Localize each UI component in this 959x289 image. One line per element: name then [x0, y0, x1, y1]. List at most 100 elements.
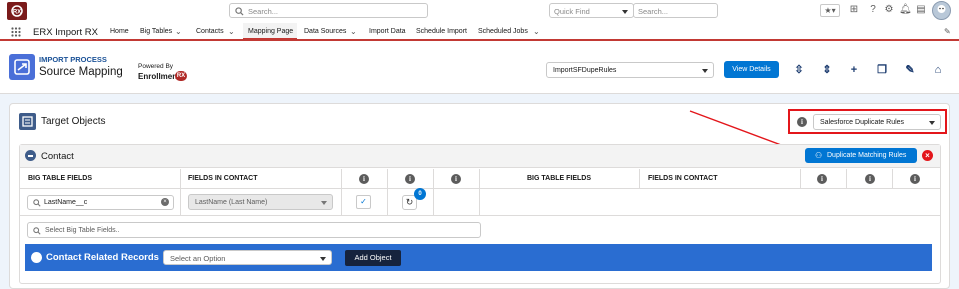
global-header — [0, 0, 959, 22]
favorites-icon[interactable]: ★▾ — [820, 4, 840, 17]
edit-list-icon[interactable]: ✎ — [903, 63, 917, 77]
big-table-fields-search-placeholder: Select Big Table Fields.. — [45, 227, 120, 234]
chevron-down-icon — [622, 10, 628, 14]
add-object-button[interactable]: Add Object — [345, 250, 401, 266]
column-header-big-table-fields: BIG TABLE FIELDS — [28, 175, 93, 182]
source-mapping-icon — [9, 54, 35, 80]
quick-find-select[interactable]: Quick Find — [549, 3, 634, 18]
app-launcher-icon[interactable] — [11, 27, 21, 37]
big-table-fields-search[interactable]: Select Big Table Fields.. — [27, 222, 481, 238]
contact-related-records-title: Contact Related Records — [46, 252, 159, 263]
search-icon — [33, 199, 41, 207]
chevron-down-icon[interactable]: ⌄ — [228, 27, 235, 36]
info-icon[interactable]: i — [865, 174, 875, 184]
column-divider — [479, 169, 480, 216]
plus-icon[interactable]: + — [847, 63, 861, 77]
column-divider — [433, 169, 434, 216]
contact-field-select: LastName (Last Name) — [188, 194, 333, 210]
bell-icon[interactable]: 🔔︎ — [899, 4, 912, 16]
column-divider — [180, 169, 181, 216]
global-search-input[interactable]: Search... — [229, 3, 428, 18]
global-search-placeholder: Search... — [248, 7, 279, 16]
user-rules-icon: ⚇ — [815, 151, 823, 160]
nav-item-contacts[interactable]: Contacts — [196, 28, 224, 35]
column-header-fields-in-contact: FIELDS IN CONTACT — [188, 175, 258, 182]
collapse-minus-icon[interactable] — [25, 150, 36, 161]
big-table-field-value: LastName__c — [44, 199, 88, 206]
chevron-down-icon — [702, 69, 708, 73]
powered-by-label: Powered By — [138, 63, 174, 70]
app-name: ERX Import RX — [33, 27, 98, 38]
clear-icon[interactable]: × — [161, 198, 169, 206]
mapping-table-header — [20, 169, 940, 189]
chevron-down-icon — [320, 257, 326, 261]
nav-item-mapping-page[interactable]: Mapping Page — [248, 28, 293, 35]
gear-icon[interactable]: ⚙ — [883, 4, 895, 16]
nav-item-import-data[interactable]: Import Data — [369, 28, 406, 35]
chevron-down-icon[interactable]: ⌄ — [175, 27, 182, 36]
salesforce-duplicate-rules-select[interactable]: Salesforce Duplicate Rules — [813, 114, 941, 130]
pencil-icon[interactable]: ✎ — [944, 27, 951, 36]
row-divider — [20, 215, 940, 216]
chevron-down-icon[interactable]: ⌄ — [533, 27, 540, 36]
column-divider — [800, 169, 801, 189]
help-icon[interactable]: ? — [867, 4, 879, 16]
chevron-down-icon — [321, 201, 327, 205]
page-title: Source Mapping — [39, 66, 123, 78]
nav-item-big-tables[interactable]: Big Tables — [140, 28, 172, 35]
notes-icon[interactable]: ▤ — [915, 4, 927, 16]
avatar[interactable] — [932, 1, 951, 20]
duplicate-rule-select-value: ImportSFDupeRules — [553, 67, 617, 74]
nav-item-schedule-import[interactable]: Schedule Import — [416, 28, 467, 35]
brand-badge: RX — [175, 71, 187, 81]
info-icon[interactable]: i — [817, 174, 827, 184]
chevron-down-icon — [929, 121, 935, 125]
contact-title: Contact — [41, 151, 74, 162]
secondary-search-input[interactable]: Search... — [633, 3, 718, 18]
collapse-icon[interactable]: ⇕ — [820, 63, 834, 77]
duplicate-matching-rules-label: Duplicate Matching Rules — [827, 152, 907, 159]
org-logo[interactable]: RX — [7, 2, 27, 20]
column-divider — [639, 169, 640, 189]
big-table-field-input[interactable]: LastName__c × — [27, 195, 174, 210]
contact-related-records-bar — [25, 244, 932, 271]
copy-icon[interactable]: ❐ — [875, 63, 889, 77]
column-divider — [387, 169, 388, 216]
info-icon[interactable]: i — [451, 174, 461, 184]
page-eyebrow: IMPORT PROCESS — [39, 55, 107, 64]
related-object-select[interactable]: Select an Option — [163, 250, 332, 265]
quick-find-placeholder: Quick Find — [554, 7, 590, 16]
column-header-big-table-fields-right: BIG TABLE FIELDS — [527, 175, 592, 182]
chevron-down-icon[interactable]: ⌄ — [350, 27, 357, 36]
duplicate-matching-rules-button[interactable]: ⚇ Duplicate Matching Rules — [805, 148, 917, 163]
secondary-search-placeholder: Search... — [638, 7, 669, 16]
search-icon — [235, 7, 244, 16]
nav-item-home[interactable]: Home — [110, 28, 129, 35]
mapping-checkbox[interactable]: ✓ — [356, 195, 371, 209]
column-header-fields-in-contact-right: FIELDS IN CONTACT — [648, 175, 718, 182]
collapse-minus-icon[interactable] — [31, 252, 42, 263]
column-divider — [846, 169, 847, 189]
count-badge: 0 — [414, 188, 426, 200]
add-icon[interactable]: ⊞ — [848, 4, 860, 16]
view-details-button[interactable]: View Details — [724, 61, 779, 78]
related-object-select-value: Select an Option — [170, 254, 226, 263]
contact-panel-header — [20, 145, 940, 168]
target-objects-icon — [19, 113, 36, 130]
column-divider — [892, 169, 893, 189]
info-icon[interactable]: i — [910, 174, 920, 184]
close-icon[interactable]: × — [922, 150, 933, 161]
contact-field-value: LastName (Last Name) — [195, 199, 268, 206]
nav-item-data-sources[interactable]: Data Sources — [304, 28, 346, 35]
nav-item-scheduled-jobs[interactable]: Scheduled Jobs — [478, 28, 528, 35]
expand-icon[interactable]: ⇳ — [792, 63, 806, 77]
column-divider — [341, 169, 342, 216]
search-icon — [33, 227, 41, 235]
info-icon[interactable]: i — [359, 174, 369, 184]
target-objects-title: Target Objects — [41, 116, 106, 127]
info-icon[interactable]: i — [405, 174, 415, 184]
svg-text:RX: RX — [13, 10, 21, 16]
salesforce-duplicate-rules-value: Salesforce Duplicate Rules — [820, 119, 905, 126]
duplicate-rule-select[interactable]: ImportSFDupeRules — [546, 62, 714, 78]
home-icon[interactable]: ⌂ — [931, 63, 945, 77]
